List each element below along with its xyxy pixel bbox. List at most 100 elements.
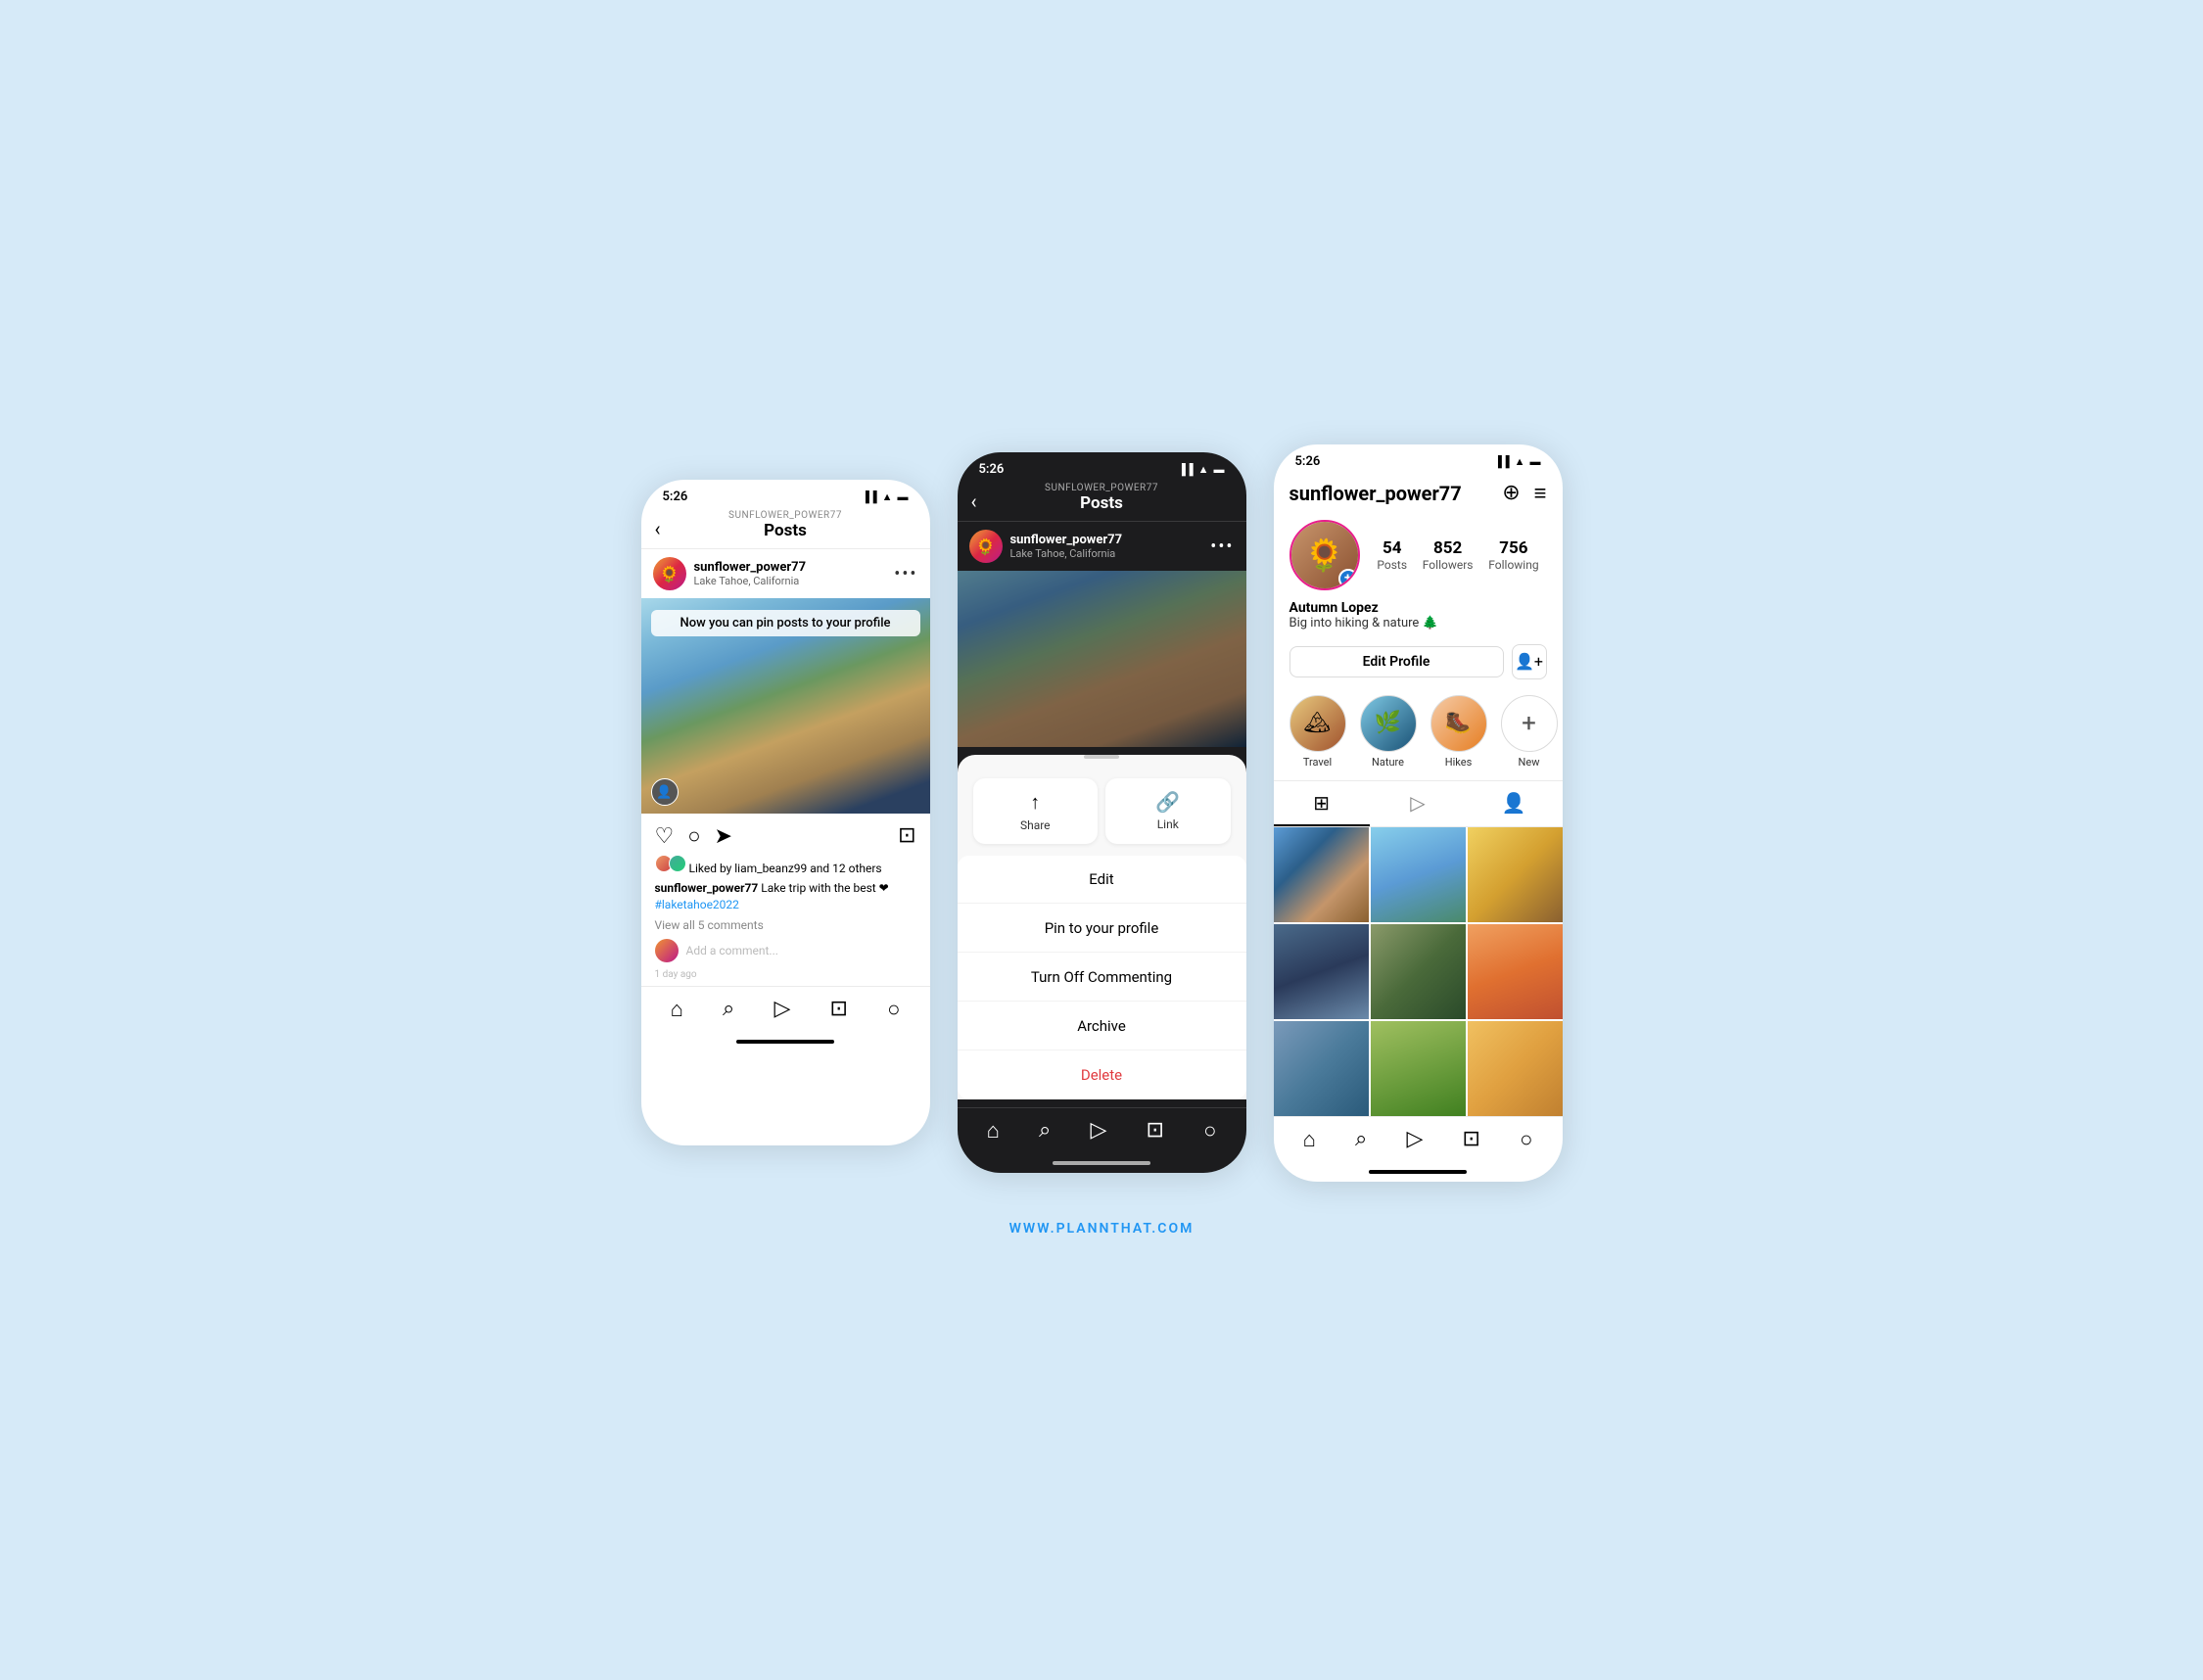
- phone-header-dark: ‹ SUNFLOWER_POWER77 Posts: [958, 481, 1246, 522]
- nav-search-dark[interactable]: ⌕: [1039, 1118, 1051, 1143]
- header-username-light: SUNFLOWER_POWER77: [657, 510, 914, 521]
- highlight-new[interactable]: + New: [1501, 695, 1558, 769]
- tab-posts[interactable]: ⊞: [1274, 781, 1370, 826]
- grid-photo-6[interactable]: [1468, 924, 1563, 1019]
- highlight-nature[interactable]: 🌿 Nature: [1360, 695, 1417, 769]
- profile-stats-row: 🌻 + 54 Posts 852 Followers 756 Following: [1274, 510, 1563, 596]
- stats-group: 54 Posts 852 Followers 756 Following: [1370, 538, 1547, 572]
- post-username-light[interactable]: sunflower_power77: [694, 560, 807, 575]
- edit-profile-button[interactable]: Edit Profile: [1289, 646, 1504, 677]
- link-label: Link: [1113, 817, 1223, 831]
- highlight-new-circle: +: [1501, 695, 1558, 752]
- share-button[interactable]: ➤: [715, 824, 732, 849]
- stat-posts[interactable]: 54 Posts: [1377, 538, 1407, 572]
- grid-photo-2[interactable]: [1371, 827, 1466, 922]
- highlight-hikes[interactable]: 🥾 Hikes: [1430, 695, 1487, 769]
- nav-search-light[interactable]: ⌕: [723, 997, 734, 1022]
- home-indicator-light: [736, 1040, 834, 1044]
- bottom-nav-profile: ⌂ ⌕ ▷ ⊡ ○: [1274, 1116, 1563, 1166]
- sheet-delete-button[interactable]: Delete: [958, 1051, 1246, 1098]
- sheet-items-group: Edit Pin to your profile Turn Off Commen…: [958, 856, 1246, 1099]
- post-caption: sunflower_power77 Lake trip with the bes…: [641, 877, 930, 916]
- caption-text: Lake trip with the best ❤: [761, 881, 889, 895]
- battery-icon-profile: ▬: [1530, 455, 1541, 468]
- post-profile-pic: 👤: [651, 778, 679, 806]
- nav-reels-light[interactable]: ▷: [773, 997, 790, 1022]
- dots-menu-dark[interactable]: •••: [1210, 537, 1234, 557]
- stat-following-count: 756: [1488, 538, 1538, 558]
- post-user-left: 🌻 sunflower_power77 Lake Tahoe, Californ…: [653, 557, 807, 590]
- nav-reels-profile[interactable]: ▷: [1406, 1127, 1423, 1152]
- nav-search-profile[interactable]: ⌕: [1355, 1127, 1367, 1152]
- sheet-pin-button[interactable]: Pin to your profile: [958, 905, 1246, 953]
- nav-home-profile[interactable]: ⌂: [1303, 1127, 1316, 1152]
- stat-followers[interactable]: 852 Followers: [1423, 538, 1474, 572]
- share-icon: ↑: [981, 790, 1091, 815]
- back-arrow-light[interactable]: ‹: [655, 517, 661, 540]
- highlight-nature-label: Nature: [1360, 756, 1417, 769]
- add-post-icon[interactable]: ⊕: [1502, 481, 1520, 506]
- grid-photo-3[interactable]: [1468, 827, 1563, 922]
- profile-plus-badge[interactable]: +: [1338, 569, 1358, 588]
- link-sheet-button[interactable]: 🔗 Link: [1105, 778, 1231, 844]
- back-arrow-dark[interactable]: ‹: [971, 490, 977, 513]
- avatar-dark[interactable]: 🌻: [969, 530, 1003, 563]
- post-username-dark[interactable]: sunflower_power77: [1010, 533, 1123, 547]
- nav-shop-dark[interactable]: ⊡: [1147, 1118, 1164, 1143]
- view-comments[interactable]: View all 5 comments: [641, 916, 930, 934]
- caption-hashtag[interactable]: #laketahoe2022: [655, 898, 739, 911]
- tab-tagged[interactable]: 👤: [1466, 781, 1562, 826]
- profile-username-main: sunflower_power77: [1289, 482, 1462, 505]
- comment-input[interactable]: Add a comment...: [686, 944, 916, 957]
- highlight-travel[interactable]: 🏔 Travel: [1289, 695, 1346, 769]
- like-button[interactable]: ♡: [655, 824, 675, 849]
- sheet-archive-button[interactable]: Archive: [958, 1003, 1246, 1050]
- grid-photo-9[interactable]: [1468, 1021, 1563, 1116]
- avatar-light[interactable]: 🌻: [653, 557, 686, 590]
- edit-profile-row: Edit Profile 👤+: [1274, 638, 1563, 689]
- time-profile: 5:26: [1295, 454, 1321, 469]
- time-light: 5:26: [663, 490, 688, 504]
- nav-profile-profile[interactable]: ○: [1520, 1127, 1532, 1152]
- nav-profile-light[interactable]: ○: [887, 997, 900, 1022]
- status-bar-dark: 5:26 ▐▐ ▲ ▬: [958, 452, 1246, 481]
- bottom-nav-light: ⌂ ⌕ ▷ ⊡ ○: [641, 986, 930, 1036]
- nav-profile-dark[interactable]: ○: [1203, 1118, 1216, 1143]
- stat-following[interactable]: 756 Following: [1488, 538, 1538, 572]
- add-person-button[interactable]: 👤+: [1512, 644, 1547, 679]
- grid-photo-1[interactable]: [1274, 827, 1369, 922]
- home-indicator-dark: [1053, 1161, 1150, 1165]
- dots-menu-light[interactable]: •••: [894, 564, 917, 584]
- menu-icon[interactable]: ≡: [1534, 481, 1547, 506]
- status-icons-profile: ▐▐ ▲ ▬: [1494, 455, 1540, 468]
- bookmark-button[interactable]: ⊡: [898, 823, 915, 849]
- nav-shop-light[interactable]: ⊡: [830, 997, 848, 1022]
- stat-posts-count: 54: [1377, 538, 1407, 558]
- tab-reels[interactable]: ▷: [1370, 781, 1466, 826]
- header-username-dark: SUNFLOWER_POWER77: [973, 483, 1231, 493]
- signal-icon-dark: ▐▐: [1178, 463, 1194, 476]
- nav-home-light[interactable]: ⌂: [671, 997, 683, 1022]
- bio-section: Autumn Lopez Big into hiking & nature 🌲: [1274, 596, 1563, 638]
- bio-name: Autumn Lopez: [1289, 600, 1547, 616]
- comment-button[interactable]: ○: [687, 823, 700, 849]
- wifi-icon-profile: ▲: [1515, 455, 1525, 468]
- grid-photo-4[interactable]: [1274, 924, 1369, 1019]
- dark-post-image: [958, 571, 1246, 747]
- grid-photo-8[interactable]: [1371, 1021, 1466, 1116]
- grid-photo-5[interactable]: [1371, 924, 1466, 1019]
- nav-shop-profile[interactable]: ⊡: [1463, 1127, 1480, 1152]
- grid-photo-7[interactable]: [1274, 1021, 1369, 1116]
- profile-avatar[interactable]: 🌻 +: [1289, 520, 1360, 590]
- phones-container: 5:26 ▐▐ ▲ ▬ ‹ SUNFLOWER_POWER77 Posts 🌻 …: [641, 444, 1563, 1182]
- nav-reels-dark[interactable]: ▷: [1090, 1118, 1106, 1143]
- battery-icon-dark: ▬: [1214, 463, 1225, 476]
- photo-grid: [1274, 827, 1563, 1116]
- wifi-icon: ▲: [882, 490, 893, 503]
- wifi-icon-dark: ▲: [1198, 463, 1209, 476]
- highlights-row: 🏔 Travel 🌿 Nature 🥾 Hikes + New: [1274, 689, 1563, 780]
- sheet-turn-off-commenting-button[interactable]: Turn Off Commenting: [958, 954, 1246, 1002]
- nav-home-dark[interactable]: ⌂: [987, 1118, 1000, 1143]
- sheet-edit-button[interactable]: Edit: [958, 856, 1246, 904]
- share-sheet-button[interactable]: ↑ Share: [973, 778, 1099, 844]
